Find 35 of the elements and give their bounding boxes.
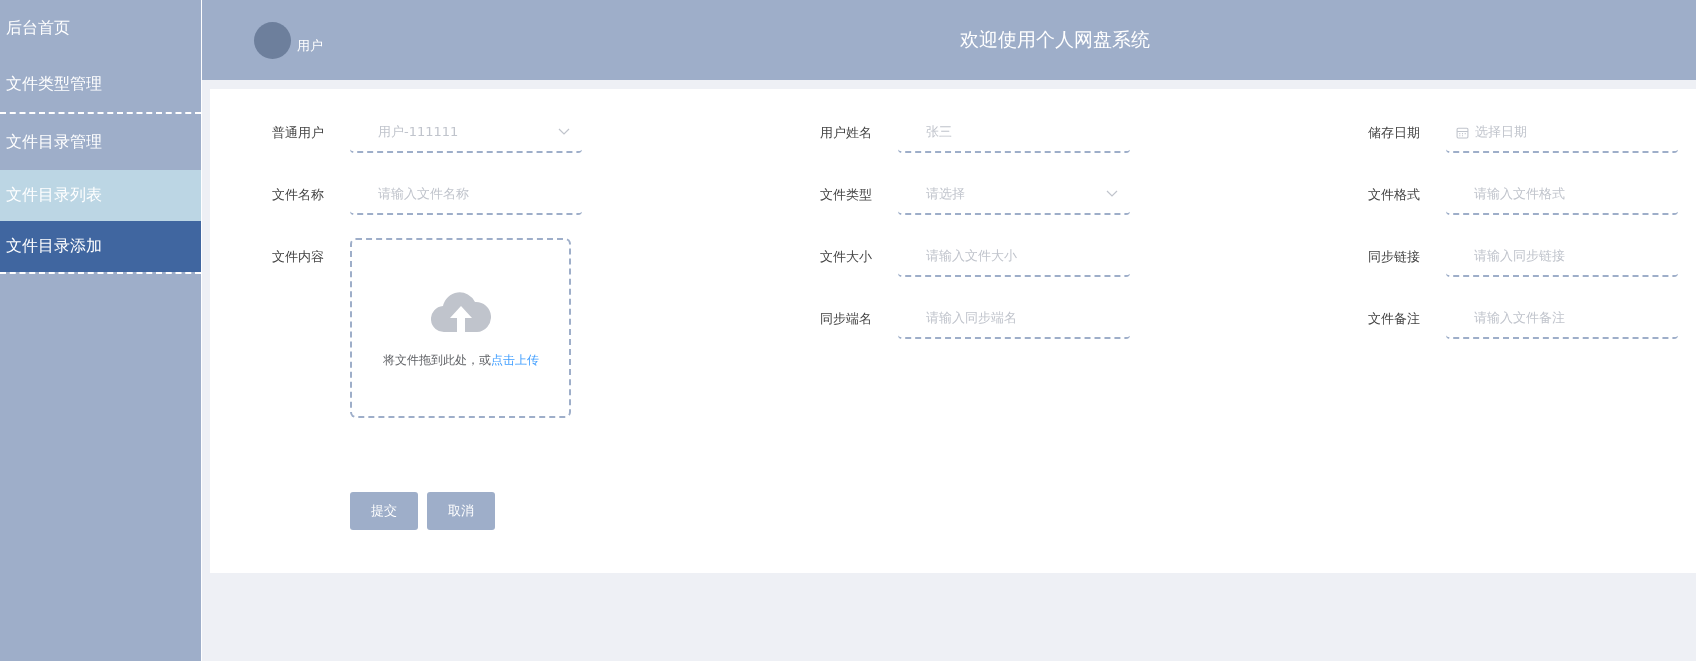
calendar-icon: [1456, 125, 1469, 139]
upload-area[interactable]: 将文件拖到此处，或点击上传: [350, 238, 571, 418]
avatar-placeholder: [254, 21, 291, 59]
cancel-button[interactable]: 取消: [427, 492, 495, 530]
field-label: 用户姓名: [820, 124, 873, 142]
submit-button[interactable]: 提交: [350, 492, 418, 530]
upload-hint: 将文件拖到此处，或点击上传: [382, 351, 539, 369]
field-label: 文件格式: [1368, 186, 1421, 204]
field-label: 同步链接: [1368, 248, 1421, 266]
select-field[interactable]: 请选择: [898, 175, 1130, 215]
sidebar-item[interactable]: 文件目录列表: [0, 170, 201, 221]
field-label: 文件内容: [272, 248, 325, 266]
field-label: 文件名称: [272, 186, 325, 204]
user-name: 用户: [297, 37, 323, 55]
field-label: 文件类型: [820, 186, 873, 204]
input-field[interactable]: 请输入文件备注: [1446, 299, 1678, 339]
date-field[interactable]: 选择日期: [1446, 113, 1678, 153]
input-field[interactable]: 请输入文件名称: [350, 175, 582, 215]
input-field[interactable]: 请输入同步链接: [1446, 237, 1678, 277]
field-label: 文件大小: [820, 248, 873, 266]
input-field[interactable]: 请输入文件格式: [1446, 175, 1678, 215]
sidebar-item[interactable]: 文件目录管理: [0, 114, 201, 170]
chevron-down-icon: [1106, 190, 1118, 198]
field-label: 普通用户: [272, 124, 325, 142]
input-field[interactable]: 请输入文件大小: [898, 237, 1130, 277]
field-label: 同步端名: [820, 310, 873, 328]
sidebar-item[interactable]: 文件类型管理: [0, 56, 201, 112]
page-title: 欢迎使用个人网盘系统: [959, 27, 1150, 52]
sidebar-item[interactable]: 文件目录添加: [0, 221, 201, 272]
input-field[interactable]: 请输入同步端名: [898, 299, 1130, 339]
field-label: 文件备注: [1368, 310, 1421, 328]
upload-link[interactable]: 点击上传: [490, 352, 539, 367]
chevron-down-icon: [558, 128, 570, 136]
sidebar-item[interactable]: 后台首页: [0, 0, 201, 56]
field-label: 储存日期: [1368, 124, 1421, 142]
